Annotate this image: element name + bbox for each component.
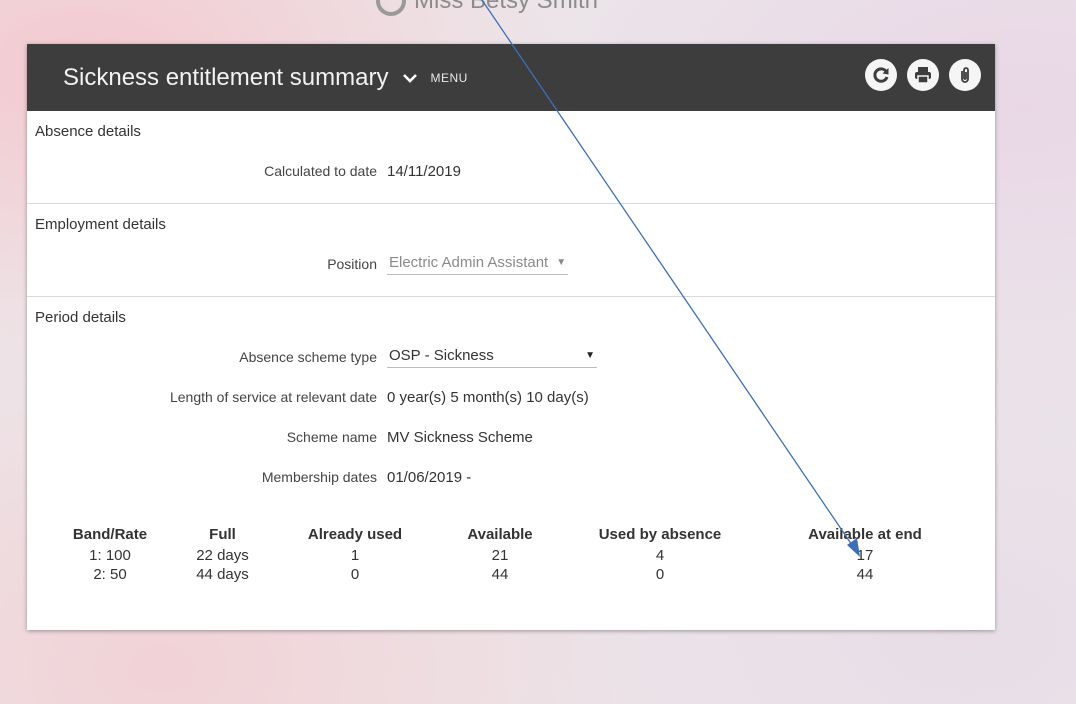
menu-button[interactable]: MENU: [430, 71, 467, 85]
scheme-name-value: MV Sickness Scheme: [387, 428, 533, 446]
table-cell: 22 days: [196, 547, 249, 564]
print-button[interactable]: [907, 59, 939, 91]
membership-dates-label: Membership dates: [261, 469, 377, 485]
absence-scheme-type-select[interactable]: OSP - Sickness ▼: [387, 347, 597, 368]
sickness-summary-panel: Sickness entitlement summary MENU Absenc…: [27, 44, 995, 630]
section-heading: Absence details: [35, 123, 141, 140]
column-header: Used by absence: [598, 525, 722, 543]
position-value: Electric Admin Assistant: [389, 253, 549, 271]
refresh-button[interactable]: [865, 59, 897, 91]
column-header: Available at end: [808, 525, 922, 543]
chevron-down-icon[interactable]: [402, 68, 422, 88]
attachment-icon: [961, 67, 969, 83]
table-cell: 2: 50: [93, 566, 127, 583]
table-cell: 44 days: [196, 566, 249, 583]
band-entitlement-table: Band/Rate Full Already used Available Us…: [50, 522, 975, 584]
page-title: Sickness entitlement summary: [63, 63, 389, 91]
user-name: Miss Betsy Smith: [414, 0, 599, 14]
scheme-name-label: Scheme name: [286, 429, 377, 445]
attachment-button[interactable]: [949, 59, 981, 91]
table-header-row: Band/Rate Full Already used Available Us…: [50, 522, 975, 546]
table-cell: 44: [491, 566, 509, 583]
column-header: Available: [467, 525, 533, 543]
table-cell: 0: [655, 566, 665, 583]
table-cell: 17: [856, 547, 874, 564]
calculated-to-date-label: Calculated to date: [264, 163, 377, 179]
column-header: Band/Rate: [72, 525, 148, 543]
position-select[interactable]: Electric Admin Assistant ▼: [387, 253, 569, 275]
current-user[interactable]: Miss Betsy Smith: [376, 0, 598, 16]
header-toolbar: [865, 59, 981, 91]
position-label: Position: [327, 256, 377, 272]
panel-header: Sickness entitlement summary MENU: [27, 44, 995, 111]
table-cell: 1: 100: [89, 547, 131, 564]
absence-scheme-type-label: Absence scheme type: [239, 349, 377, 365]
length-of-service-label: Length of service at relevant date: [169, 389, 377, 405]
user-avatar-icon: [376, 0, 406, 16]
section-heading: Employment details: [35, 216, 166, 233]
table-cell: 4: [655, 547, 665, 564]
membership-dates-value: 01/06/2019 -: [387, 468, 472, 486]
table-cell: 1: [350, 547, 360, 564]
absence-scheme-type-value: OSP - Sickness: [389, 346, 494, 364]
calculated-to-date-value: 14/11/2019: [387, 162, 461, 180]
employment-details-section: Employment details Position Electric Adm…: [27, 204, 995, 297]
table-cell: 44: [856, 566, 874, 583]
column-header: Full: [209, 525, 236, 543]
dropdown-arrow-icon: ▼: [556, 256, 567, 268]
dropdown-arrow-icon: ▼: [585, 349, 595, 361]
table-row: 1: 100 22 days 1 21 4 17: [50, 546, 975, 565]
print-icon: [915, 67, 931, 84]
section-heading: Period details: [35, 309, 126, 326]
table-cell: 21: [491, 547, 509, 564]
length-of-service-value: 0 year(s) 5 month(s) 10 day(s): [387, 388, 589, 406]
table-cell: 0: [350, 566, 360, 583]
absence-details-section: Absence details Calculated to date 14/11…: [27, 111, 995, 204]
column-header: Already used: [307, 525, 403, 543]
table-row: 2: 50 44 days 0 44 0 44: [50, 565, 975, 584]
refresh-icon: [873, 67, 889, 83]
